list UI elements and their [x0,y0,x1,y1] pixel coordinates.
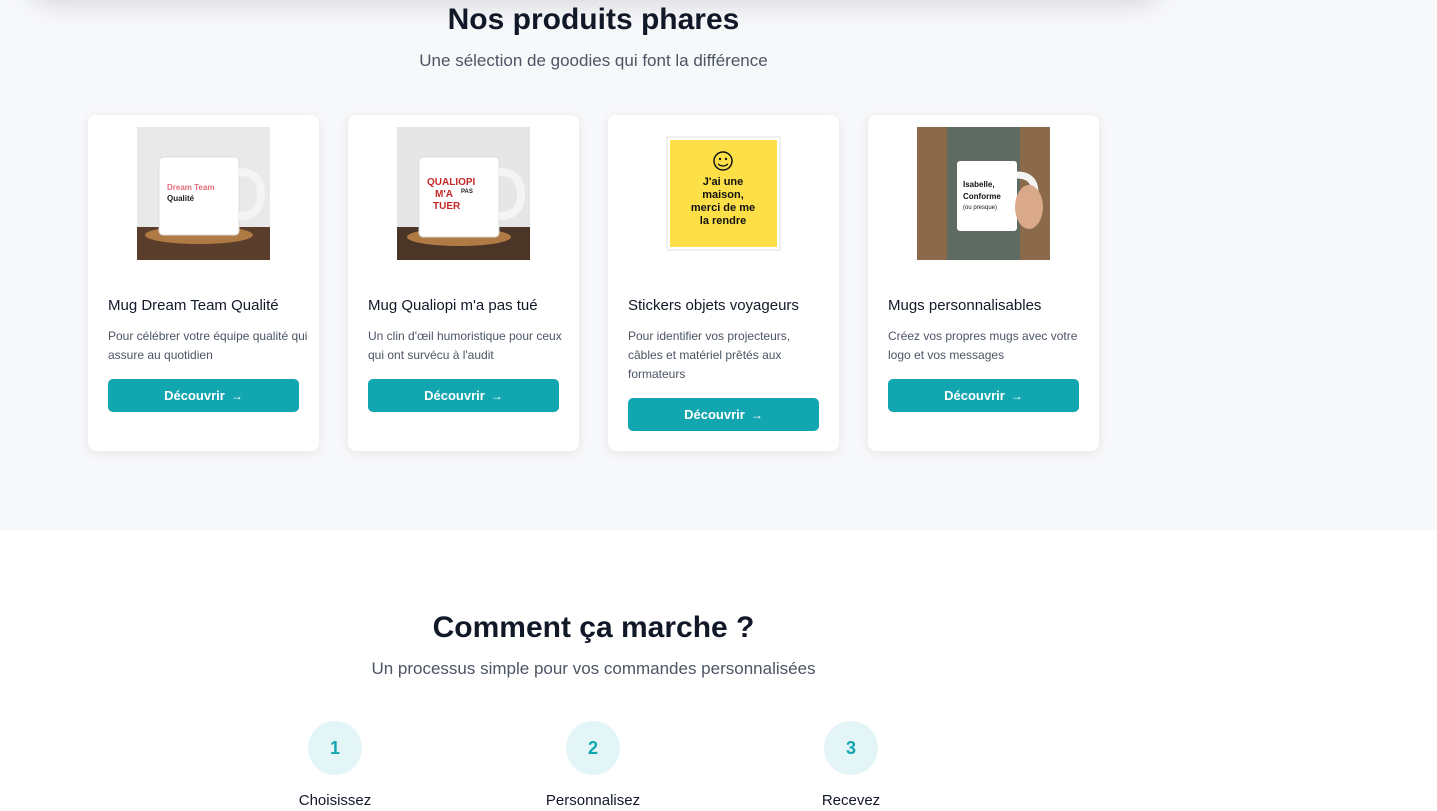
product-name: Mug Qualiopi m'a pas tué [368,297,538,314]
product-image-stickers[interactable]: J'ai une maison, merci de me la rendre [657,127,790,260]
step-number-badge: 3 [824,721,878,775]
product-name: Mug Dream Team Qualité [108,297,279,314]
svg-text:(ou presque): (ou presque) [963,205,997,211]
svg-text:Isabelle,: Isabelle, [963,180,995,189]
discover-button[interactable]: Découvrir → [368,379,559,412]
discover-button[interactable]: Découvrir → [888,379,1079,412]
product-name: Mugs personnalisables [888,297,1042,314]
svg-text:Dream Team: Dream Team [167,183,214,192]
products-section: Nos produits phares Une sélection de goo… [0,0,1437,530]
discover-button[interactable]: Découvrir → [628,398,819,431]
products-subtitle: Une sélection de goodies qui font la dif… [419,51,768,70]
svg-text:la rendre: la rendre [700,215,746,227]
product-description: Pour identifier vos projecteurs, câbles … [628,329,791,381]
product-name: Stickers objets voyageurs [628,297,799,314]
arrow-right-icon: → [1010,388,1023,403]
arrow-right-icon: → [230,388,243,403]
process-step: 3 Recevez [791,721,911,809]
process-step: 1 Choisissez [275,721,395,809]
discover-button-label: Découvrir [424,388,485,403]
product-description: Créez vos propres mugs avec votre logo e… [888,329,1078,362]
products-title: Nos produits phares [447,3,740,36]
svg-text:M'A: M'A [435,189,453,200]
discover-button[interactable]: Découvrir → [108,379,299,412]
step-label: Personnalisez [545,792,641,809]
svg-text:Conforme: Conforme [963,192,1001,201]
discover-button-label: Découvrir [944,388,1005,403]
process-step: 2 Personnalisez [533,721,653,809]
svg-text:TUER: TUER [433,201,461,212]
step-label: Recevez [821,792,881,809]
svg-text:QUALIOPI: QUALIOPI [427,177,476,188]
product-image-custom-mugs[interactable]: Isabelle, Conforme (ou presque) [917,127,1050,260]
product-card: Dream Team Qualité Mug Dream Team Qualit… [88,115,319,451]
product-description: Un clin d'œil humoristique pour ceux qui… [368,329,562,362]
process-subtitle: Un processus simple pour vos commandes p… [371,659,816,678]
svg-text:J'ai une: J'ai une [703,176,744,188]
arrow-right-icon: → [490,388,503,403]
discover-button-label: Découvrir [164,388,225,403]
product-image-mug-qualiopi[interactable]: QUALIOPI M'A PAS TUER [397,127,530,260]
step-number-badge: 1 [308,721,362,775]
arrow-right-icon: → [750,407,763,422]
product-image-mug-dream-team[interactable]: Dream Team Qualité [137,127,270,260]
step-number-badge: 2 [566,721,620,775]
product-card: Isabelle, Conforme (ou presque) Mugs per… [868,115,1099,451]
product-card: J'ai une maison, merci de me la rendre S… [608,115,839,451]
svg-text:PAS: PAS [461,189,473,195]
svg-text:maison,: maison, [702,189,744,201]
process-title: Comment ça marche ? [432,611,755,644]
product-card: QUALIOPI M'A PAS TUER Mug Qualiopi m'a p… [348,115,579,451]
step-label: Choisissez [298,792,372,809]
discover-button-label: Découvrir [684,407,745,422]
svg-text:Qualité: Qualité [167,194,195,203]
svg-text:merci de me: merci de me [691,202,755,214]
product-description: Pour célébrer votre équipe qualité qui a… [108,329,308,362]
